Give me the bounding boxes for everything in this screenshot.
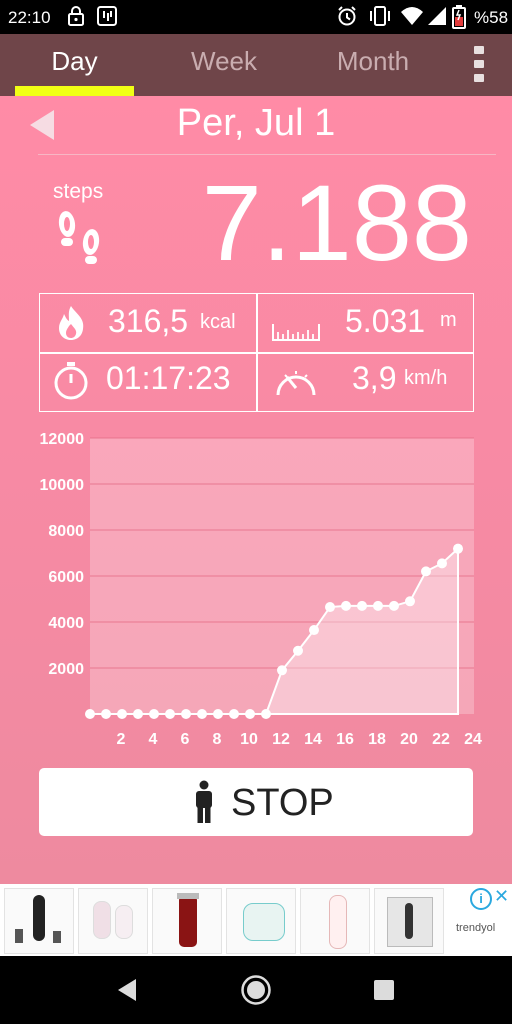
battery-icon [452,5,466,34]
vibrate-icon [368,5,392,32]
ad-info-icon[interactable]: i [470,888,492,910]
data-point [133,709,143,719]
date-navigator: Per, Jul 1 [0,96,512,156]
person-icon [191,780,217,824]
ad-product-epilator[interactable] [226,888,296,954]
signal-icon [426,5,448,32]
stats-divider [40,352,473,354]
tab-month[interactable]: Month [312,34,434,96]
data-point [117,709,127,719]
data-point [357,600,367,611]
calories-unit: kcal [200,311,236,333]
x-tick-label: 10 [240,731,258,748]
y-tick-label: 10000 [40,477,85,494]
data-point [373,600,383,611]
wifi-icon [400,5,424,32]
stopwatch-icon [52,361,90,400]
data-point [165,709,175,719]
overflow-menu-icon[interactable] [464,44,496,84]
speed-unit: km/h [404,367,448,389]
data-point [181,709,191,719]
x-tick-label: 8 [213,731,222,748]
status-time: 22:10 [8,8,51,27]
steps-chart: 2000 4000 6000 8000 10000 12000 2 4 6 8 10 12 14 16 18… [0,426,512,756]
data-point [197,709,207,719]
back-nav-icon[interactable] [116,978,138,1002]
active-tab-indicator [15,86,134,96]
ad-banner[interactable]: i ✕ trendyol [0,884,512,956]
data-point [101,709,111,719]
date-divider [38,154,496,155]
speedometer-icon [272,361,320,401]
data-point [277,665,287,676]
steps-count: 7.188 [201,162,472,283]
speed-value: 3,9 [352,360,397,396]
stats-grid: 316,5 kcal 5.031 m 01:17:23 3,9 km/h [39,293,474,412]
x-tick-label: 18 [368,731,386,748]
y-tick-label: 4000 [48,615,84,632]
ad-product-hair-clipper[interactable] [152,888,222,954]
y-tick-label: 8000 [48,523,84,540]
x-tick-label: 2 [117,731,126,748]
y-tick-label: 6000 [48,569,84,586]
steps-label: steps [53,180,104,203]
y-tick-label: 12000 [40,431,85,448]
data-point [245,709,255,719]
data-point [453,543,463,554]
x-tick-label: 12 [272,731,290,748]
stop-button-label: STOP [231,782,334,824]
y-tick-label: 2000 [48,661,84,678]
data-point [261,709,271,719]
duration-value: 01:17:23 [106,360,231,396]
recents-nav-icon[interactable] [374,980,394,1000]
data-point [421,566,431,577]
date-label: Per, Jul 1 [176,102,336,144]
footprints-icon [54,208,106,274]
x-tick-label: 24 [464,731,482,748]
x-tick-label: 6 [181,731,190,748]
data-point [341,600,351,611]
data-point [213,709,223,719]
ruler-icon [272,306,320,344]
x-tick-label: 20 [400,731,418,748]
distance-unit: m [440,309,457,331]
status-bar: 22:10 %58 [0,0,512,34]
tab-week[interactable]: Week [164,34,284,96]
data-point [229,709,239,719]
home-nav-icon[interactable] [240,974,272,1006]
ad-brand-logo: trendyol [456,922,496,934]
data-point [85,709,95,719]
steps-chart-svg: 200040006000800010000120002 4 6 8 10 12 14 16 18… [40,431,483,748]
data-point [325,602,335,613]
ad-product-body-groomer[interactable] [4,888,74,954]
alarm-icon [336,5,358,32]
data-point [293,645,303,656]
ad-close-icon[interactable]: ✕ [494,886,509,907]
data-point [437,558,447,569]
x-tick-label: 22 [432,731,450,748]
app-notification-icon [96,5,118,32]
data-point [405,596,415,607]
x-tick-label: 4 [149,731,158,748]
stop-button[interactable]: STOP [39,768,473,836]
battery-level: %58 [474,8,509,27]
ad-product-epilator-set[interactable] [78,888,148,954]
distance-value: 5.031 [345,303,426,339]
flame-icon [52,304,90,342]
data-point [149,709,159,719]
system-navigation-bar [0,956,512,1024]
main-content: Per, Jul 1 steps 7.188 316,5 kcal 5.031 … [0,96,512,884]
ad-product-lady-shaver[interactable] [300,888,370,954]
data-point [309,625,319,636]
x-tick-label: 14 [304,731,322,748]
calories-value: 316,5 [108,303,189,339]
x-tick-label: 16 [336,731,354,748]
data-point [389,600,399,611]
lock-icon [66,5,86,32]
ad-product-hair-styler[interactable] [374,888,444,954]
